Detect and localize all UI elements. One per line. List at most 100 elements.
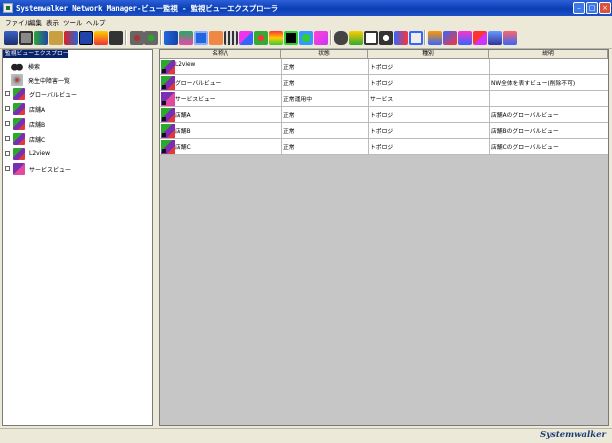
cell-status: 正常 xyxy=(283,81,295,87)
expand-icon[interactable] xyxy=(5,121,10,126)
tree-item-l2view[interactable]: L2view xyxy=(5,148,150,160)
alarm-list-icon xyxy=(11,74,23,86)
maximize-button[interactable]: □ xyxy=(586,2,598,14)
window-title: Systemwalker Network Manager-ビュー監視 - 監視ビ… xyxy=(16,4,278,13)
link-icon[interactable] xyxy=(179,31,193,45)
cell-name: 店舗B xyxy=(175,129,191,135)
chart-icon[interactable] xyxy=(64,31,78,45)
menu-view[interactable]: 表示 xyxy=(46,17,59,27)
cell-name: 店舗A xyxy=(175,113,191,119)
window-icon[interactable] xyxy=(194,31,208,45)
list-icon[interactable] xyxy=(224,31,238,45)
cell-type: トポロジ xyxy=(370,65,394,71)
expand-icon[interactable] xyxy=(5,136,10,141)
grid-icon[interactable] xyxy=(443,31,457,45)
cell-status: 正常 xyxy=(283,145,295,151)
arrows-icon[interactable] xyxy=(458,31,472,45)
toolbar-separator xyxy=(125,30,127,45)
book-icon[interactable] xyxy=(49,31,63,45)
settings-icon[interactable] xyxy=(130,31,144,45)
service-view-icon xyxy=(161,92,175,106)
expand-icon[interactable] xyxy=(5,91,10,96)
network-view-icon xyxy=(13,133,25,145)
tree-item-store-c[interactable]: 店舗C xyxy=(5,133,150,145)
tree-item-store-a[interactable]: 店舗A xyxy=(5,103,150,115)
view-list-pane: 名称/\ 状態 種別 説明 L2view 正常 トポロジ グローバルビュー 正常… xyxy=(159,49,609,426)
table-row[interactable]: グローバルビュー 正常 トポロジ NW全体を表すビュー(削除不可) xyxy=(160,75,608,91)
device-icon[interactable] xyxy=(488,31,502,45)
explorer-header[interactable]: 監視ビューエクスプローラ xyxy=(3,50,74,58)
tree-item-alarm-list[interactable]: 発生中障害一覧 xyxy=(11,74,151,86)
cell-type: トポロジ xyxy=(370,145,394,151)
cell-type: サービス xyxy=(370,97,394,103)
network-view-icon xyxy=(13,118,25,130)
menu-bar: ファイル 編集 表示 ツール ヘルプ xyxy=(0,16,612,27)
app-icon xyxy=(3,3,13,13)
target-icon[interactable] xyxy=(254,31,268,45)
systemwalker-logo: Systemwalker xyxy=(539,430,606,440)
toolbar-separator xyxy=(424,30,426,45)
palette-icon[interactable] xyxy=(314,31,328,45)
table-row[interactable]: サービスビュー 正常運用中 サービス xyxy=(160,91,608,107)
tree-item-label: 検索 xyxy=(28,64,41,71)
menu-file[interactable]: ファイル xyxy=(5,17,31,27)
menu-help[interactable]: ヘルプ xyxy=(86,17,106,27)
table-row[interactable]: 店舗C 正常 トポロジ 店舗Cのグローバルビュー xyxy=(160,139,608,155)
zoom-icon[interactable] xyxy=(379,31,393,45)
users-icon[interactable] xyxy=(4,31,18,45)
tree-item-label: 店舗A xyxy=(29,107,46,114)
tree-item-global-view[interactable]: グローバルビュー xyxy=(5,88,150,100)
route-icon[interactable] xyxy=(349,31,363,45)
cell-name: L2view xyxy=(175,62,196,68)
node-icon[interactable] xyxy=(164,31,178,45)
tree-item-store-b[interactable]: 店舗B xyxy=(5,118,150,130)
save-icon[interactable] xyxy=(109,31,123,45)
edit-icon[interactable] xyxy=(473,31,487,45)
expand-icon[interactable] xyxy=(5,151,10,156)
cell-description: NW全体を表すビュー(削除不可) xyxy=(491,81,576,87)
toolbar-separator xyxy=(160,30,162,45)
column-header-type[interactable]: 種別 xyxy=(368,50,489,58)
compare-icon[interactable] xyxy=(394,31,408,45)
network-view-icon xyxy=(161,124,175,138)
map-icon[interactable] xyxy=(428,31,442,45)
console-icon[interactable] xyxy=(284,31,298,45)
print-icon[interactable] xyxy=(19,31,33,45)
globe-icon[interactable] xyxy=(299,31,313,45)
menu-tools[interactable]: ツール xyxy=(63,17,83,27)
table-row[interactable]: 店舗B 正常 トポロジ 店舗Bのグローバルビュー xyxy=(160,123,608,139)
cell-type: トポロジ xyxy=(370,129,394,135)
table-row[interactable]: 店舗A 正常 トポロジ 店舗Aのグローバルビュー xyxy=(160,107,608,123)
table-icon[interactable] xyxy=(94,31,108,45)
server-icon[interactable] xyxy=(503,31,517,45)
table-row[interactable]: L2view 正常 トポロジ xyxy=(160,59,608,75)
frame-icon[interactable] xyxy=(409,31,423,45)
column-header-name[interactable]: 名称/\ xyxy=(160,50,281,58)
status-bar: Systemwalker xyxy=(0,428,612,443)
column-header-status[interactable]: 状態 xyxy=(281,50,368,58)
minimize-button[interactable]: – xyxy=(573,2,585,14)
close-button[interactable]: × xyxy=(599,2,611,14)
binoculars-icon[interactable] xyxy=(334,31,348,45)
tree-item-search[interactable]: 検索 xyxy=(11,60,151,72)
network-view-icon xyxy=(161,140,175,154)
tree-item-label: グローバルビュー xyxy=(29,92,77,99)
expand-icon[interactable] xyxy=(5,166,10,171)
cell-description: 店舗Cのグローバルビュー xyxy=(491,145,559,151)
tree-item-label: サービスビュー xyxy=(29,167,72,174)
menu-edit[interactable]: 編集 xyxy=(29,17,42,27)
cell-name: サービスビュー xyxy=(175,97,216,103)
user-icon[interactable] xyxy=(209,31,223,45)
tree-item-service-view[interactable]: サービスビュー xyxy=(5,163,150,175)
column-header-description[interactable]: 説明 xyxy=(489,50,608,58)
traffic-light-icon[interactable] xyxy=(269,31,283,45)
document-icon[interactable] xyxy=(364,31,378,45)
gear-icon[interactable] xyxy=(144,31,158,45)
monitor-icon[interactable] xyxy=(79,31,93,45)
expand-icon[interactable] xyxy=(5,106,10,111)
layout-icon[interactable] xyxy=(239,31,253,45)
cell-name: 店舗C xyxy=(175,145,191,151)
network-icon[interactable] xyxy=(34,31,48,45)
network-view-icon xyxy=(13,148,25,160)
cell-description: 店舗Aのグローバルビュー xyxy=(491,113,559,119)
